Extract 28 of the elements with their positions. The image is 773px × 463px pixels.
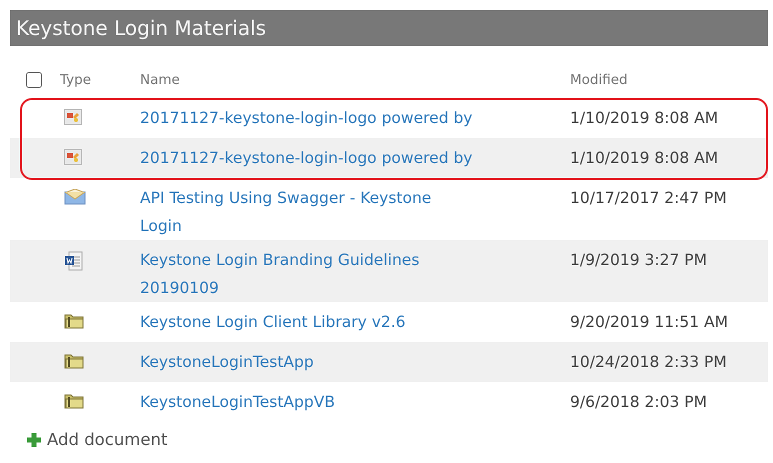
column-header[interactable]: Name xyxy=(140,72,180,88)
modified-date: 1/10/2019 8:08 AM xyxy=(570,148,720,169)
document-link[interactable]: KeystoneLoginTestAppVB xyxy=(140,382,335,416)
document-link[interactable]: Keystone Login Branding Guidelines 20190109 xyxy=(140,240,420,302)
document-link[interactable]: KeystoneLoginTestApp xyxy=(140,342,314,376)
modified-date: 9/6/2018 2:03 PM xyxy=(570,392,708,413)
add-document-link[interactable]: Add document xyxy=(47,430,168,449)
folder-icon xyxy=(64,313,84,329)
image-file-icon xyxy=(64,109,82,125)
image-file-icon xyxy=(64,149,82,165)
select-all-checkbox[interactable] xyxy=(26,72,42,88)
document-link[interactable]: Keystone Login Client Library v2.6 xyxy=(140,302,406,336)
document-link[interactable]: 20171127-keystone-login-logo powered by xyxy=(140,98,472,132)
modified-date: 1/10/2019 8:08 AM xyxy=(570,108,720,129)
library-title: Keystone Login Materials xyxy=(10,10,768,46)
document-link[interactable]: API Testing Using Swagger - Keystone Login xyxy=(140,178,432,240)
document-link[interactable]: 20171127-keystone-login-logo powered by xyxy=(140,138,472,172)
folder-icon xyxy=(64,393,84,409)
modified-date: 10/17/2017 2:47 PM xyxy=(570,188,728,209)
plus-icon xyxy=(26,432,42,448)
modified-date: 10/24/2018 2:33 PM xyxy=(570,352,728,373)
envelope-icon xyxy=(64,189,86,205)
folder-icon xyxy=(64,353,84,369)
column-header[interactable]: Type xyxy=(60,72,92,88)
word-document-icon xyxy=(64,251,84,271)
column-header[interactable]: Modified xyxy=(570,72,628,88)
modified-date: 1/9/2019 3:27 PM xyxy=(570,250,708,271)
modified-date: 9/20/2019 11:51 AM xyxy=(570,312,729,333)
